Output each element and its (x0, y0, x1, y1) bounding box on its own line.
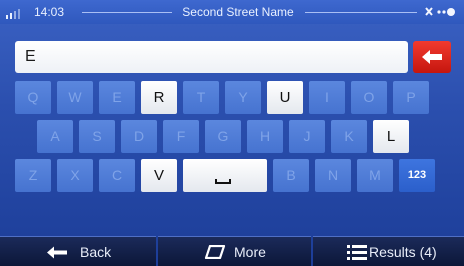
back-arrow-icon (47, 246, 67, 259)
search-input[interactable]: E (15, 41, 408, 73)
key-space[interactable] (183, 159, 267, 192)
backspace-button[interactable] (413, 41, 451, 73)
key-r[interactable]: R (141, 81, 177, 114)
backspace-arrow-icon (422, 50, 442, 64)
clock: 14:03 (34, 5, 65, 19)
key-q[interactable]: Q (15, 81, 51, 114)
key-u[interactable]: U (267, 81, 303, 114)
space-icon (215, 179, 231, 184)
key-g[interactable]: G (205, 120, 241, 153)
key-numeric-toggle[interactable]: 123 (399, 159, 435, 192)
keyboard-screen: 14:03 Second Street Name E QWERTYUIOP ASD… (0, 0, 464, 266)
key-d[interactable]: D (121, 120, 157, 153)
back-button[interactable]: Back (0, 236, 156, 266)
more-label: More (234, 244, 266, 260)
key-z[interactable]: Z (15, 159, 51, 192)
key-m[interactable]: M (357, 159, 393, 192)
list-icon (347, 245, 367, 260)
key-c[interactable]: C (99, 159, 135, 192)
key-v[interactable]: V (141, 159, 177, 192)
key-l[interactable]: L (373, 120, 409, 153)
more-icon (204, 245, 226, 259)
gps-satellite-icon (425, 7, 455, 16)
key-n[interactable]: N (315, 159, 351, 192)
results-label: Results (4) (369, 244, 437, 260)
key-y[interactable]: Y (225, 81, 261, 114)
divider (305, 12, 417, 13)
divider (82, 12, 172, 13)
key-p[interactable]: P (393, 81, 429, 114)
back-label: Back (80, 244, 112, 260)
key-i[interactable]: I (309, 81, 345, 114)
more-button[interactable]: More (158, 236, 311, 266)
key-x[interactable]: X (57, 159, 93, 192)
current-street: Second Street Name (182, 5, 294, 19)
key-s[interactable]: S (79, 120, 115, 153)
key-h[interactable]: H (247, 120, 283, 153)
key-j[interactable]: J (289, 120, 325, 153)
key-o[interactable]: O (351, 81, 387, 114)
key-t[interactable]: T (183, 81, 219, 114)
key-a[interactable]: A (37, 120, 73, 153)
signal-icon (6, 9, 20, 19)
key-k[interactable]: K (331, 120, 367, 153)
key-e[interactable]: E (99, 81, 135, 114)
key-f[interactable]: F (163, 120, 199, 153)
bottom-bar: Back More Results (4) (0, 236, 464, 266)
results-button[interactable]: Results (4) (313, 236, 464, 266)
status-bar: 14:03 Second Street Name (0, 0, 464, 24)
key-w[interactable]: W (57, 81, 93, 114)
key-b[interactable]: B (273, 159, 309, 192)
